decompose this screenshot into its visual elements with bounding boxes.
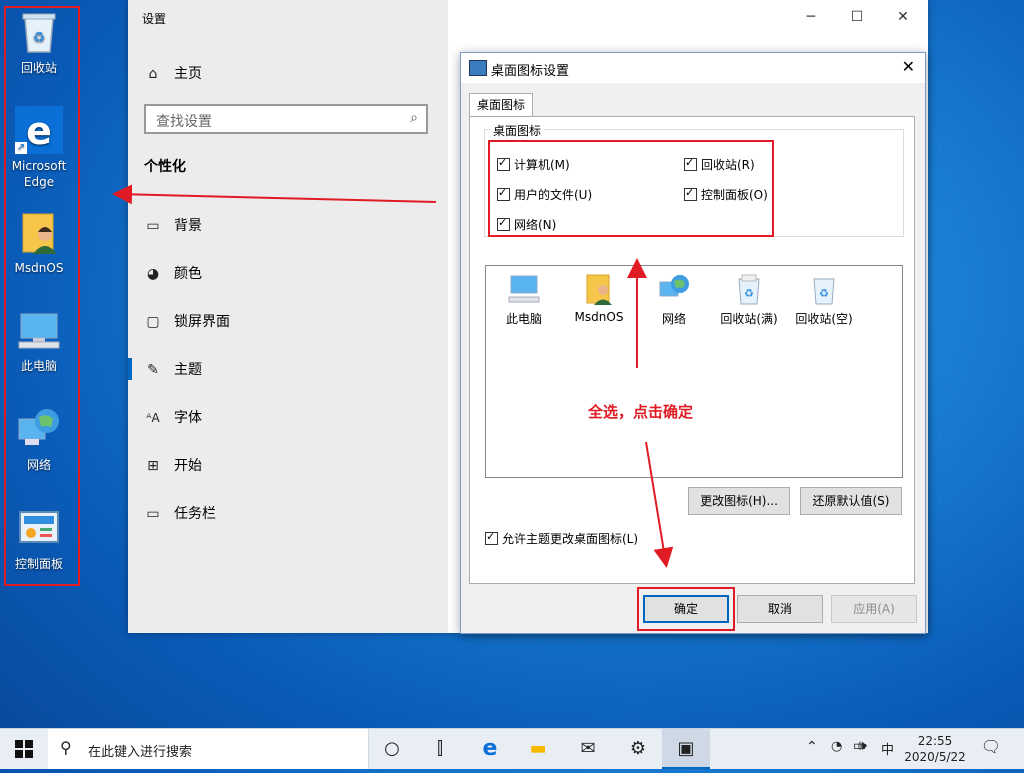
search-placeholder: 查找设置 <box>156 114 212 130</box>
annotation-text: 全选，点击确定 <box>588 403 694 421</box>
tray-notification-icon[interactable]: ◔ <box>831 739 842 754</box>
settings-search-input[interactable]: 查找设置 ⌕ <box>144 104 428 134</box>
icon-preview-list[interactable]: 此电脑 MsdnOS 网络 ♻ 回收站(满) ♻ 回收站(空) <box>485 265 903 478</box>
tray-volume-icon[interactable]: 🕪 <box>858 738 867 754</box>
taskbar: ⚲ 在此键入进行搜索 ○ ⫿ e ▬ ✉ ⚙ ▣ ⌃ ◔ ▭ 🕪 中 22:55… <box>0 728 1024 769</box>
svg-text:♻: ♻ <box>819 287 829 300</box>
tray-clock[interactable]: 22:55 2020/5/22 <box>904 733 966 765</box>
taskbar-icon: ▭ <box>146 506 160 522</box>
nav-lockscreen[interactable]: ▢ 锁屏界面 <box>144 308 230 336</box>
taskbar-mail[interactable]: ✉ <box>564 729 612 769</box>
windows-logo-icon <box>15 740 33 758</box>
taskbar-settings[interactable]: ⚙ <box>614 729 662 769</box>
desktop-icons-highlight <box>4 6 80 586</box>
minimize-button[interactable]: ─ <box>788 4 834 30</box>
nav-active-indicator <box>128 358 132 380</box>
desktop-icon-settings-dialog: 桌面图标设置 ✕ 桌面图标 桌面图标 计算机(M) 回收站(R) 用户的文件(U… <box>460 52 926 634</box>
taskbar-file-explorer[interactable]: ▬ <box>514 729 562 769</box>
checkbox-allow-themes[interactable]: 允许主题更改桌面图标(L) <box>485 530 638 546</box>
taskbar-search-placeholder: 在此键入进行搜索 <box>88 745 193 760</box>
section-title: 个性化 <box>144 159 186 175</box>
user-folder-icon <box>582 272 616 306</box>
maximize-button[interactable]: ☐ <box>834 4 880 30</box>
checkboxes-highlight <box>488 140 774 237</box>
preview-item-this-pc[interactable]: 此电脑 <box>489 272 559 327</box>
start-button[interactable] <box>0 729 48 769</box>
home-icon: ⌂ <box>148 66 158 82</box>
palette-icon: ◕ <box>146 266 160 282</box>
computer-icon <box>507 272 541 306</box>
cortana-button[interactable]: ○ <box>368 729 416 769</box>
picture-icon: ▭ <box>146 218 160 234</box>
recycle-bin-empty-icon: ♻ <box>807 272 841 306</box>
taskbar-search-box[interactable]: ⚲ 在此键入进行搜索 <box>48 729 369 769</box>
start-tiles-icon: ⊞ <box>147 458 159 474</box>
nav-start[interactable]: ⊞ 开始 <box>144 452 202 480</box>
nav-background[interactable]: ▭ 背景 <box>144 212 202 240</box>
font-icon: ᴬA <box>146 411 160 425</box>
svg-text:♻: ♻ <box>744 287 754 300</box>
dialog-titlebar: 桌面图标设置 ✕ <box>461 53 925 83</box>
close-button[interactable]: ✕ <box>880 4 926 30</box>
tab-desktop-icons[interactable]: 桌面图标 <box>469 93 533 118</box>
tray-ime-indicator[interactable]: 中 <box>881 739 894 758</box>
dialog-app-icon <box>469 60 487 76</box>
nav-home[interactable]: ⌂ 主页 <box>144 60 202 88</box>
clock-time: 22:55 <box>917 734 953 748</box>
edge-icon: e <box>482 736 498 761</box>
tab-panel: 桌面图标 计算机(M) 回收站(R) 用户的文件(U) 控制面板(O) 网络(N… <box>469 116 915 584</box>
apply-button[interactable]: 应用(A) <box>831 595 917 623</box>
cortana-circle-icon: ○ <box>384 738 400 759</box>
mail-icon: ✉ <box>580 738 596 759</box>
preview-item-recycle-full[interactable]: ♻ 回收站(满) <box>714 272 784 327</box>
group-label: 桌面图标 <box>490 122 545 139</box>
settings-sidebar: 设置 ⌂ 主页 查找设置 ⌕ 个性化 ▭ 背景 ◕ 颜色 ▢ 锁屏界面 ✎ 主题 ᴬA 字体… <box>128 0 448 633</box>
search-icon: ⚲ <box>60 738 72 757</box>
change-icon-button[interactable]: 更改图标(H)... <box>688 487 790 515</box>
restore-default-button[interactable]: 还原默认值(S) <box>800 487 902 515</box>
taskbar-desktop-icon-settings[interactable]: ▣ <box>662 729 710 769</box>
task-view-button[interactable]: ⫿ <box>416 729 464 769</box>
gear-icon: ⚙ <box>629 738 647 759</box>
recycle-bin-full-icon: ♻ <box>732 272 766 306</box>
dialog-title: 桌面图标设置 <box>491 64 570 79</box>
clock-date: 2020/5/22 <box>904 750 966 764</box>
task-view-icon: ⫿ <box>437 738 443 759</box>
brush-icon: ✎ <box>147 362 159 378</box>
checkbox-box <box>485 530 498 545</box>
search-icon: ⌕ <box>410 110 418 126</box>
nav-colors[interactable]: ◕ 颜色 <box>144 260 202 288</box>
ok-button-highlight <box>637 587 735 631</box>
preview-item-recycle-empty[interactable]: ♻ 回收站(空) <box>789 272 859 327</box>
dialog-close-icon[interactable]: ✕ <box>902 57 915 76</box>
network-globe-icon <box>657 272 691 306</box>
preview-item-msdnos[interactable]: MsdnOS <box>564 272 634 324</box>
monitor-icon: ▣ <box>677 738 695 759</box>
lockscreen-icon: ▢ <box>146 314 160 330</box>
preview-item-network[interactable]: 网络 <box>639 272 709 327</box>
taskbar-edge[interactable]: e <box>466 729 514 769</box>
settings-title: 设置 <box>142 12 167 26</box>
nav-themes[interactable]: ✎ 主题 <box>144 356 202 384</box>
nav-taskbar[interactable]: ▭ 任务栏 <box>144 500 216 528</box>
action-center-button[interactable]: 🗨 <box>978 737 1004 761</box>
nav-fonts[interactable]: ᴬA 字体 <box>144 404 202 432</box>
tray-chevron-icon[interactable]: ⌃ <box>806 739 818 755</box>
cancel-button[interactable]: 取消 <box>737 595 823 623</box>
folder-icon: ▬ <box>529 738 547 759</box>
